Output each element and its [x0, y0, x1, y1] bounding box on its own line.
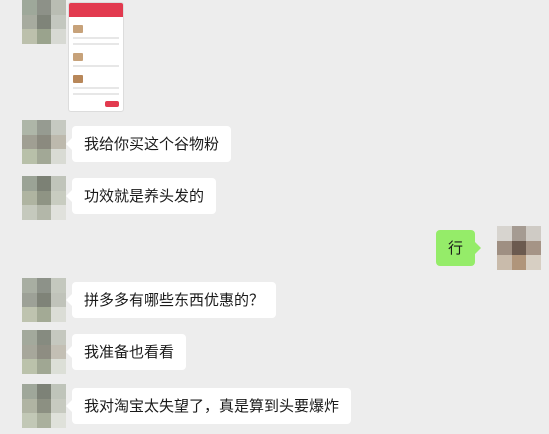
- product-thumbnail: [73, 25, 83, 33]
- own-message-bubble[interactable]: 行: [436, 230, 482, 266]
- shared-screenshot-image[interactable]: [68, 2, 124, 112]
- contact-avatar[interactable]: [22, 384, 66, 428]
- message-bubble[interactable]: 功效就是养头发的: [65, 178, 217, 214]
- screenshot-header-bar: [69, 3, 123, 17]
- chat-message-list: 我给你买这个谷物粉 功效就是养头发的 行 拼多多有哪些东西优惠的？ 我准备也看看…: [0, 0, 549, 434]
- screenshot-text-line: [73, 37, 119, 39]
- screenshot-text-line: [73, 43, 119, 45]
- contact-avatar[interactable]: [22, 0, 66, 44]
- message-bubble[interactable]: 我准备也看看: [65, 334, 187, 370]
- product-thumbnail: [73, 53, 83, 61]
- screenshot-text-line: [73, 93, 119, 95]
- screenshot-text-line: [73, 87, 119, 89]
- own-avatar[interactable]: [497, 226, 541, 270]
- product-thumbnail: [73, 75, 83, 83]
- message-bubble[interactable]: 我给你买这个谷物粉: [65, 126, 232, 162]
- contact-avatar[interactable]: [22, 176, 66, 220]
- contact-avatar[interactable]: [22, 330, 66, 374]
- message-bubble[interactable]: 我对淘宝太失望了，真是算到头要爆炸: [65, 388, 352, 424]
- contact-avatar[interactable]: [22, 120, 66, 164]
- screenshot-buy-button: [105, 101, 119, 107]
- message-bubble[interactable]: 拼多多有哪些东西优惠的？: [65, 282, 277, 318]
- contact-avatar[interactable]: [22, 278, 66, 322]
- screenshot-text-line: [73, 65, 119, 67]
